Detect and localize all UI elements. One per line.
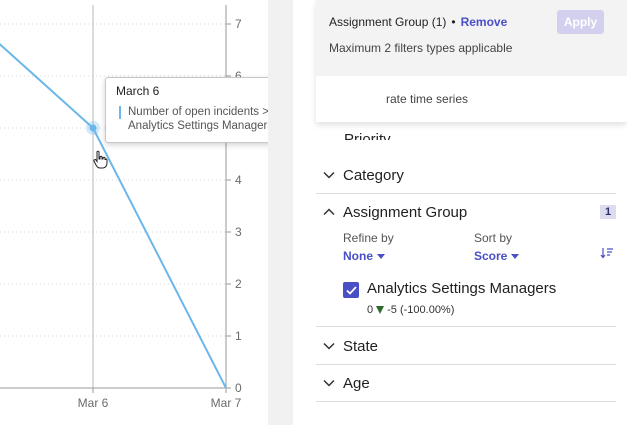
y-tick-label: 3 xyxy=(235,225,242,239)
separator-dot: • xyxy=(451,15,456,29)
down-arrow-icon xyxy=(376,306,385,314)
chart-series xyxy=(0,43,227,389)
refine-by-value: None xyxy=(343,249,373,263)
separate-time-series-label: rate time series xyxy=(386,92,469,106)
chevron-down-icon xyxy=(323,171,335,179)
hand-cursor-icon xyxy=(93,150,108,169)
section-state[interactable]: State xyxy=(316,328,616,365)
section-age[interactable]: Age xyxy=(316,365,616,402)
y-tick-label: 0 xyxy=(235,381,242,395)
x-tick-label: Mar 7 xyxy=(211,396,242,410)
selected-count-badge: 1 xyxy=(600,205,616,219)
section-title: Age xyxy=(343,374,370,392)
panel-gutter xyxy=(268,0,293,425)
section-assignment-group: Assignment Group 1 Refine by None Sort b… xyxy=(316,194,616,327)
item-change-value: -5 (-100.00%) xyxy=(387,304,455,316)
y-tick-label: 2 xyxy=(235,277,242,291)
y-tick-label: 7 xyxy=(235,17,242,31)
section-title: State xyxy=(343,337,379,355)
item-change-base: 0 xyxy=(367,304,374,316)
section-header[interactable]: Category xyxy=(316,157,616,193)
applied-filter-title: Assignment Group (1) • Remove xyxy=(329,15,507,29)
chevron-up-icon xyxy=(323,208,335,216)
section-header[interactable]: State xyxy=(316,328,616,364)
chevron-down-icon xyxy=(323,379,335,387)
hover-point xyxy=(89,124,97,132)
y-tick-label: 4 xyxy=(235,173,242,187)
line-chart: 01234567Mar 6Mar 7 xyxy=(0,5,242,410)
chevron-down-icon xyxy=(323,342,335,350)
applied-filter-name: Assignment Group (1) xyxy=(329,15,447,29)
series-line xyxy=(0,43,227,389)
section-title: Assignment Group xyxy=(343,203,468,221)
chart-tick-labels: 01234567Mar 6Mar 7 xyxy=(78,17,242,410)
sort-by-dropdown[interactable]: Score xyxy=(474,249,520,263)
sort-order-icon[interactable] xyxy=(600,247,614,259)
section-title: Category xyxy=(343,166,404,184)
chart-gridlines xyxy=(0,5,226,388)
apply-button[interactable]: Apply xyxy=(557,10,604,34)
sort-by-label: Sort by xyxy=(474,231,513,245)
section-header[interactable]: Assignment Group 1 xyxy=(316,194,616,230)
refine-by-dropdown[interactable]: None xyxy=(343,249,385,263)
section-priority-title[interactable]: Priority xyxy=(344,131,391,140)
y-tick-label: 1 xyxy=(235,329,242,343)
section-header[interactable]: Age xyxy=(316,365,616,401)
refine-by-label: Refine by xyxy=(343,231,394,245)
caret-down-icon xyxy=(511,254,520,260)
item-change: 0 -5 (-100.00%) xyxy=(367,304,454,316)
remove-filter-link[interactable]: Remove xyxy=(461,15,508,29)
item-label: Analytics Settings Managers xyxy=(367,280,557,297)
sort-by-value: Score xyxy=(474,249,508,263)
chart-axes xyxy=(0,5,231,393)
list-item[interactable]: Analytics Settings Managers 0 -5 (-100.00… xyxy=(316,270,616,326)
refine-sort-controls: Refine by None Sort by Score xyxy=(316,230,616,270)
checkmark-icon xyxy=(345,285,357,295)
section-category[interactable]: Category xyxy=(316,157,616,194)
filter-limit-note: Maximum 2 filters types applicable xyxy=(329,41,513,55)
tooltip-series-swatch xyxy=(119,106,121,119)
caret-down-icon xyxy=(377,254,385,260)
x-tick-label: Mar 6 xyxy=(78,396,109,410)
checkbox-checked[interactable] xyxy=(343,282,359,298)
applied-filter-popup: Assignment Group (1) • Remove Apply Maximu… xyxy=(316,0,627,122)
